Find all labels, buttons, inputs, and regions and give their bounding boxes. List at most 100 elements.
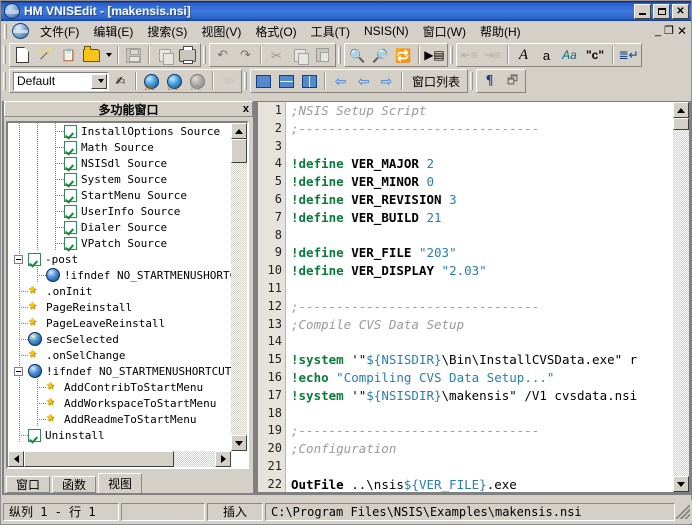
open-dropdown-icon[interactable] [103,44,114,66]
previous-window-icon[interactable]: ⇦ [329,70,352,92]
menu-item-nsis[interactable]: NSIS(N) [357,22,416,40]
compile-script-icon[interactable] [140,70,163,92]
menu-item-edit[interactable]: 编辑(E) [86,21,140,42]
menu-item-view[interactable]: 视图(V) [194,21,248,42]
panel-close-icon[interactable]: x [243,103,249,115]
panel-tab-1[interactable]: 窗口 [6,476,51,493]
indent-increase-icon[interactable]: ⇥≡ [481,44,504,66]
menu-item-file[interactable]: 文件(F) [33,21,86,42]
editor-scroll-up-button[interactable] [673,102,689,118]
tree-item[interactable]: System Source [8,171,234,187]
compile-run-icon[interactable] [163,70,186,92]
menu-item-search[interactable]: 搜索(S) [140,21,194,42]
tree-item[interactable]: .onSelChange [8,346,234,363]
tree-scroll-thumb[interactable] [231,139,247,163]
checkbox-checked-icon[interactable] [64,140,77,154]
mdi-restore-button[interactable]: ❐ [664,26,674,37]
tree-item[interactable]: Dialer Source [8,219,234,235]
paste-icon[interactable] [311,44,334,66]
cascade-windows-icon[interactable] [252,70,275,92]
window-list-button[interactable]: 窗口列表 [406,73,466,90]
toolbar-search-grip[interactable] [338,46,342,64]
tree-scroll-left-button[interactable] [8,451,24,467]
save-icon[interactable] [122,44,145,66]
tree-scroll-down-button[interactable] [231,435,247,451]
find-next-icon[interactable]: 🔎 [369,44,392,66]
code-editor[interactable]: 1 2 3 4 5 6 7 8 9 10 11 12 13 14 15 16 17 18 19 20 21 22 ;NSI… [257,101,690,493]
forward-icon[interactable]: ⇨ [375,70,398,92]
tree-hscroll-thumb[interactable] [24,451,174,467]
script-tree[interactable]: InstallOptions Source Math Source NSISdl S… [6,121,249,469]
cut-icon[interactable]: ✂ [265,44,288,66]
menu-item-format[interactable]: 格式(O) [248,21,303,42]
uppercase-icon[interactable]: A [512,44,535,66]
menu-item-help[interactable]: 帮助(H) [473,21,528,42]
comment-icon[interactable]: "c" [581,44,609,66]
show-whitespace-icon[interactable]: ¶ [478,70,501,92]
editor-vertical-scrollbar[interactable] [673,102,689,492]
checkbox-checked-icon[interactable] [64,236,77,250]
toolbar1-grip[interactable] [3,46,7,64]
new-from-template-icon[interactable]: 📋 [57,44,80,66]
checkbox-checked-icon[interactable] [64,188,77,202]
tree-item[interactable]: AddReadmeToStartMenu [8,410,234,427]
tree-item[interactable]: InstallOptions Source [8,123,234,139]
script-profile-combo[interactable]: Default [13,71,109,91]
panel-tab-2[interactable]: 函数 [52,476,97,493]
tile-vertical-icon[interactable] [298,70,321,92]
collapse-icon[interactable] [14,255,23,264]
tree-item[interactable]: AddContribToStartMenu [8,378,234,395]
collapse-icon[interactable] [14,367,23,376]
checkbox-checked-icon[interactable] [64,156,77,170]
checkbox-checked-icon[interactable] [64,204,77,218]
toolbar-edit-grip[interactable] [203,46,207,64]
close-button[interactable]: ✕ [672,3,689,19]
run-icon[interactable]: ≫ [217,70,240,92]
tree-item[interactable]: NSISdl Source [8,155,234,171]
resize-grip[interactable] [676,504,690,519]
editor-scroll-down-button[interactable] [673,476,689,492]
goto-line-icon[interactable]: ▶▤ [423,44,446,66]
duplicate-window-icon[interactable]: 🗗 [501,70,524,92]
maximize-button[interactable] [653,3,670,19]
copy-icon[interactable] [288,44,311,66]
checkbox-checked-icon[interactable] [64,220,77,234]
chevron-down-icon[interactable] [91,73,107,89]
menu-item-tools[interactable]: 工具(T) [304,21,357,42]
indent-decrease-icon[interactable]: ⇤≡ [458,44,481,66]
tree-scroll-up-button[interactable] [231,123,247,139]
open-file-icon[interactable] [80,44,103,66]
apply-profile-icon[interactable]: ✍ [109,70,132,92]
minimize-button[interactable] [634,3,651,19]
tree-item[interactable]: secSelected [8,331,234,347]
tree-item[interactable]: -post [8,251,234,267]
panel-tab-3[interactable]: 视图 [98,473,143,493]
code-text-area[interactable]: ;NSIS Setup Script ;---------------------… [287,102,672,492]
toolbar2-grip[interactable] [3,72,7,90]
lowercase-icon[interactable]: a [535,44,558,66]
menu-app-icon[interactable] [12,23,29,39]
toggle-case-icon[interactable]: Aa [558,44,581,66]
checkbox-checked-icon[interactable] [28,428,41,442]
mdi-minimize-button[interactable]: _ [655,26,661,37]
toolbar-format-grip[interactable] [450,46,454,64]
tree-item[interactable]: PageLeaveReinstall [8,314,234,331]
toolbar-misc-grip[interactable] [470,72,475,90]
tree-vertical-scrollbar[interactable] [231,123,247,451]
replace-icon[interactable]: 🔁 [392,44,415,66]
back-icon[interactable]: ⇦ [352,70,375,92]
print-icon[interactable] [176,44,199,66]
menu-item-window[interactable]: 窗口(W) [416,21,473,42]
tree-item[interactable]: Math Source [8,139,234,155]
tree-item[interactable]: Uninstall [8,427,234,443]
save-all-icon[interactable] [153,44,176,66]
mdi-close-button[interactable]: ✕ [677,25,687,37]
tree-item[interactable]: StartMenu Source [8,187,234,203]
new-file-icon[interactable] [11,44,34,66]
tree-item[interactable]: VPatch Source [8,235,234,251]
toolbar-window-grip[interactable] [244,72,248,90]
tile-horizontal-icon[interactable] [275,70,298,92]
checkbox-checked-icon[interactable] [28,252,41,266]
undo-icon[interactable]: ↶ [211,44,234,66]
tree-item[interactable]: !ifndef NO_STARTMENUSHORTCUTS [8,363,238,379]
